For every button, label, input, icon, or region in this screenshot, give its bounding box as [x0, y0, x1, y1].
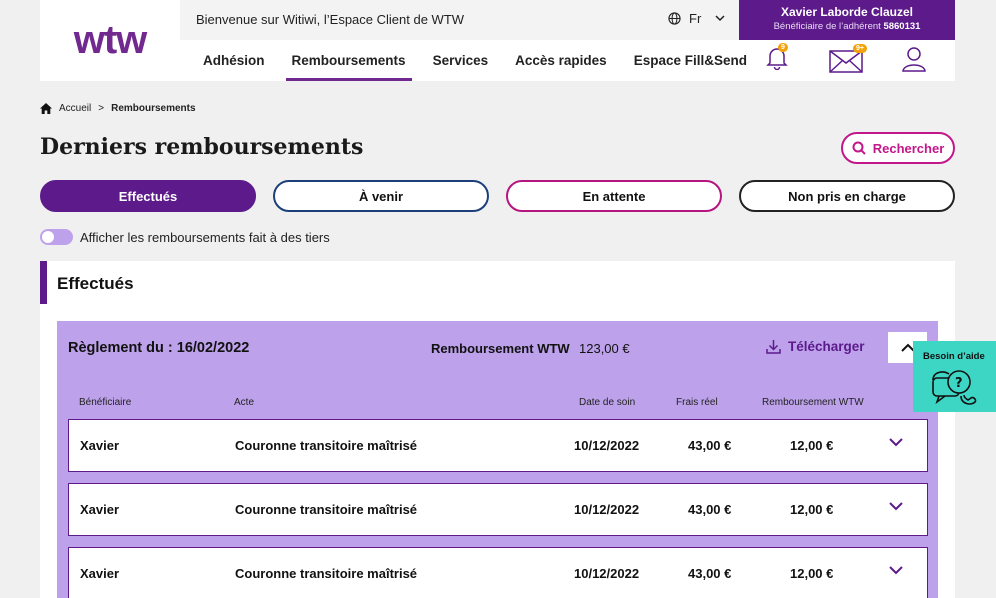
- download-icon: [766, 340, 781, 354]
- cell-date: 10/12/2022: [574, 502, 640, 517]
- cell-remboursement: 12,00 €: [790, 566, 834, 581]
- logo[interactable]: wtw: [40, 0, 180, 81]
- user-account[interactable]: Xavier Laborde Clauzel Bénéficiaire de l…: [739, 0, 955, 40]
- chat-help-icon: ?: [932, 370, 977, 405]
- breadcrumb-separator: >: [98, 103, 105, 114]
- nav-acces-rapides[interactable]: Accès rapides: [515, 40, 607, 81]
- chevron-down-icon: [715, 15, 725, 22]
- user-subtitle: Bénéficiaire de l’adhérent 5860131: [773, 21, 921, 32]
- svg-text:?: ?: [955, 376, 963, 391]
- main-nav: Adhésion Remboursements Services Accès r…: [180, 40, 747, 81]
- top-bar: Bienvenue sur Witiwi, l’Espace Client de…: [180, 0, 739, 40]
- help-label: Besoin d’aide: [923, 351, 985, 362]
- breadcrumb-home[interactable]: Accueil: [59, 103, 91, 114]
- payment-card: Règlement du : 16/02/2022 Remboursement …: [57, 321, 938, 598]
- cell-acte: Couronne transitoire maîtrisé: [235, 438, 418, 453]
- chevron-down-icon[interactable]: [889, 502, 903, 511]
- mail-badge: 9+: [853, 44, 867, 53]
- panel-accent-bar: [40, 261, 47, 304]
- user-icon: [902, 47, 926, 72]
- payment-remb-label: Remboursement WTW: [431, 341, 570, 356]
- third-party-toggle[interactable]: [40, 229, 73, 245]
- filter-en-attente[interactable]: En attente: [506, 180, 722, 212]
- effectues-panel: Effectués Règlement du : 16/02/2022 Remb…: [40, 261, 955, 598]
- status-filters: Effectués À venir En attente Non pris en…: [40, 180, 955, 212]
- search-label: Rechercher: [872, 140, 945, 156]
- cell-beneficiaire: Xavier: [80, 566, 120, 581]
- chevron-down-icon[interactable]: [889, 438, 903, 447]
- col-remboursement: Remboursement WTW: [762, 397, 864, 408]
- globe-icon: [668, 12, 681, 25]
- table-row[interactable]: Xavier Couronne transitoire maîtrisé 10/…: [68, 547, 928, 598]
- col-frais-reel: Frais réel: [676, 397, 718, 408]
- download-label: Télécharger: [788, 339, 865, 354]
- filter-a-venir[interactable]: À venir: [273, 180, 489, 212]
- col-beneficiaire: Bénéficiaire: [79, 397, 132, 408]
- notification-button[interactable]: 9: [766, 43, 788, 75]
- chevron-down-icon[interactable]: [889, 566, 903, 575]
- search-icon: [852, 141, 866, 155]
- user-name: Xavier Laborde Clauzel: [780, 5, 914, 19]
- logo-text: wtw: [73, 18, 148, 62]
- nav-remboursements[interactable]: Remboursements: [285, 40, 412, 81]
- mail-button[interactable]: 9+: [829, 44, 867, 78]
- payment-date: Règlement du : 16/02/2022: [68, 340, 250, 356]
- col-acte: Acte: [234, 397, 255, 408]
- cell-frais: 43,00 €: [688, 502, 732, 517]
- nav-adhesion[interactable]: Adhésion: [203, 40, 265, 81]
- welcome-text: Bienvenue sur Witiwi, l’Espace Client de…: [196, 12, 465, 27]
- user-id: 5860131: [883, 21, 921, 32]
- table-row[interactable]: Xavier Couronne transitoire maîtrisé 10/…: [68, 483, 928, 536]
- third-party-toggle-row: Afficher les remboursements fait à des t…: [40, 229, 330, 245]
- cell-remboursement: 12,00 €: [790, 438, 834, 453]
- filter-effectues[interactable]: Effectués: [40, 180, 256, 212]
- download-button[interactable]: Télécharger: [766, 339, 865, 354]
- header: wtw Bienvenue sur Witiwi, l’Espace Clien…: [40, 0, 955, 81]
- header-icons: 9 9+: [739, 40, 955, 81]
- cell-frais: 43,00 €: [688, 566, 732, 581]
- profile-button[interactable]: [902, 46, 926, 77]
- panel-title: Effectués: [57, 274, 134, 293]
- cell-beneficiaire: Xavier: [80, 438, 120, 453]
- language-selector[interactable]: Fr: [668, 11, 725, 26]
- cell-date: 10/12/2022: [574, 438, 640, 453]
- cell-date: 10/12/2022: [574, 566, 640, 581]
- language-label: Fr: [689, 11, 702, 26]
- cell-beneficiaire: Xavier: [80, 502, 120, 517]
- nav-fill-send[interactable]: Espace Fill&Send: [634, 40, 747, 81]
- help-widget[interactable]: Besoin d’aide ?: [913, 341, 996, 412]
- home-icon[interactable]: [40, 103, 52, 114]
- breadcrumb: Accueil > Remboursements: [40, 103, 196, 114]
- breadcrumb-current: Remboursements: [111, 103, 196, 114]
- search-button[interactable]: Rechercher: [841, 132, 955, 164]
- cell-acte: Couronne transitoire maîtrisé: [235, 566, 418, 581]
- notification-badge: 9: [778, 43, 788, 52]
- cell-remboursement: 12,00 €: [790, 502, 834, 517]
- nav-services[interactable]: Services: [433, 40, 489, 81]
- payment-remb-amount: 123,00 €: [579, 341, 630, 356]
- table-row[interactable]: Xavier Couronne transitoire maîtrisé 10/…: [68, 419, 928, 472]
- filter-non-pris-en-charge[interactable]: Non pris en charge: [739, 180, 955, 212]
- cell-frais: 43,00 €: [688, 438, 732, 453]
- cell-acte: Couronne transitoire maîtrisé: [235, 502, 418, 517]
- col-date-soin: Date de soin: [579, 397, 636, 408]
- page-title: Derniers remboursements: [40, 134, 364, 160]
- third-party-toggle-label: Afficher les remboursements fait à des t…: [80, 229, 330, 245]
